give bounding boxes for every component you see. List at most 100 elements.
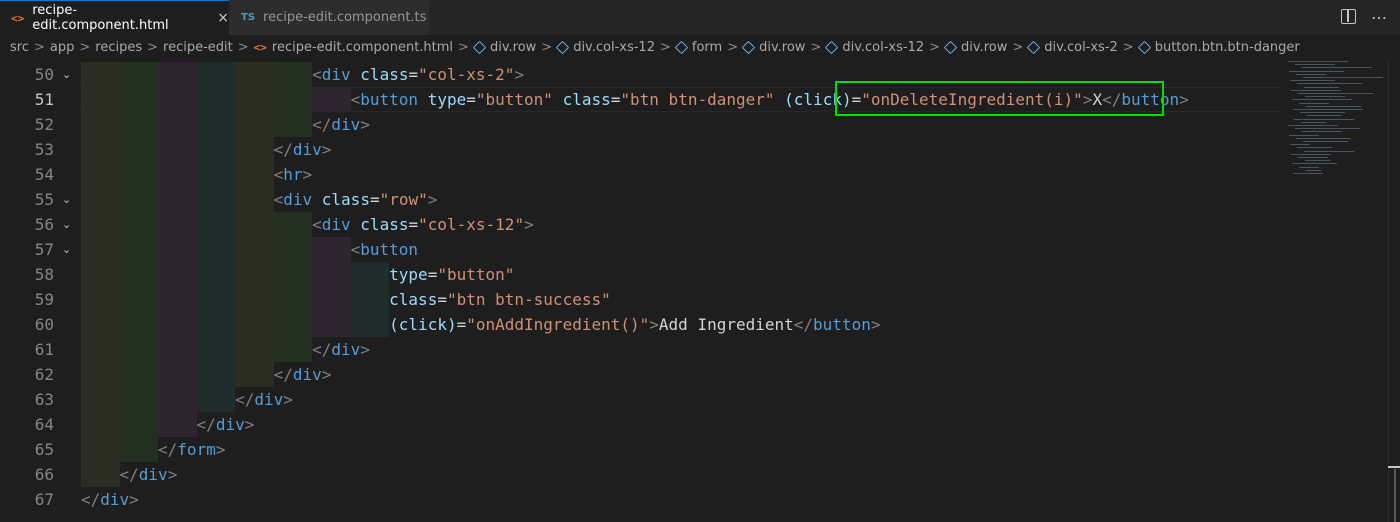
breadcrumb-item[interactable]: <> recipe-edit.component.html (254, 40, 453, 55)
code-line[interactable]: </div> (235, 387, 293, 412)
breadcrumb-label: button.btn.btn-danger (1154, 39, 1300, 55)
code-area[interactable]: <div class="col-xs-2"> <button type="butt… (80, 62, 1280, 522)
close-icon[interactable]: × (217, 10, 229, 26)
code-line[interactable]: <div class="col-xs-12"> (312, 212, 534, 237)
chevron-down-icon[interactable]: ⌄ (62, 187, 71, 212)
code-token: < (312, 215, 322, 234)
indent-guide (196, 112, 236, 137)
code-line[interactable]: <div class="col-xs-2"> (312, 62, 524, 87)
scroll-thumb[interactable] (1394, 469, 1396, 522)
code-token: = (427, 265, 438, 284)
line-number: 55 (34, 190, 54, 209)
minimap-line (1306, 169, 1321, 171)
code-line[interactable]: </div> (312, 112, 370, 137)
code-line[interactable]: </div> (81, 487, 139, 512)
minimap-line (1296, 137, 1351, 139)
breadcrumb-label: recipe-edit.component.html (271, 39, 454, 55)
code-line[interactable]: </div> (274, 362, 332, 387)
indent-guide (196, 287, 236, 312)
breadcrumb-item[interactable]: div.row (472, 40, 536, 55)
minimap-line (1289, 134, 1319, 136)
breadcrumb-item[interactable]: div.row (741, 40, 805, 55)
breadcrumb-item[interactable]: div.col-xs-2 (1027, 40, 1118, 55)
indent-guide (119, 87, 159, 112)
breadcrumb-label: src (10, 39, 29, 55)
indent-guide (158, 187, 197, 212)
code-editor[interactable]: 50 ⌄ 51 52 53 54 55 ⌄ 56 ⌄ 57 ⌄ 58 59 60 61 62 63 64 65 66 67… (0, 62, 1400, 522)
split-editor-icon[interactable] (1341, 9, 1356, 24)
indent-guide (119, 137, 159, 162)
indent-guide (196, 62, 236, 87)
code-line[interactable]: </div> (120, 462, 178, 487)
tab-recipe-edit-ts[interactable]: TS recipe-edit.component.ts (229, 0, 430, 35)
code-token: </ (793, 315, 814, 334)
breadcrumb-label: recipe-edit (163, 39, 233, 55)
tab-bar: <> recipe-edit.component.html × TS recip… (0, 0, 1400, 35)
indent-guide (235, 337, 274, 362)
breadcrumb-item[interactable]: button.btn.btn-danger (1137, 39, 1300, 55)
minimap-line (1294, 118, 1354, 120)
code-token: > (321, 140, 332, 159)
code-token: div (292, 365, 322, 384)
code-line[interactable]: <div class="row"> (274, 187, 438, 212)
code-line[interactable]: </div> (197, 412, 255, 437)
code-token: div (138, 465, 168, 484)
chevron-down-icon[interactable]: ⌄ (62, 212, 71, 237)
code-token: </ (312, 115, 332, 134)
code-token: </ (312, 340, 332, 359)
indent-guide (273, 337, 313, 362)
vertical-scrollbar[interactable] (1388, 59, 1400, 522)
code-token: = (408, 65, 419, 84)
code-token: = (408, 215, 419, 234)
minimap[interactable] (1288, 59, 1388, 179)
code-token: "col-xs-12" (418, 215, 525, 234)
code-token: class (562, 90, 611, 109)
code-line[interactable]: </div> (274, 137, 332, 162)
indent-guide (235, 187, 274, 212)
more-actions-icon[interactable]: … (1371, 4, 1387, 23)
code-line[interactable]: <hr> (274, 162, 313, 187)
breadcrumb-item[interactable]: recipes (95, 40, 142, 55)
indent-guide (158, 162, 197, 187)
code-token: button (360, 90, 419, 109)
code-token: > (360, 115, 370, 134)
indent-guide (81, 287, 120, 312)
chevron-down-icon[interactable]: ⌄ (62, 62, 71, 87)
indent-guide (158, 212, 197, 237)
minimap-line (1300, 112, 1345, 114)
code-token: > (129, 490, 139, 509)
indent-guide (158, 387, 197, 412)
breadcrumb-item[interactable]: div.row (943, 40, 1007, 55)
breadcrumb-separator: > (33, 39, 45, 55)
code-token: (click) (389, 315, 457, 334)
code-line[interactable]: </form> (158, 437, 225, 462)
line-number: 50 (34, 65, 54, 84)
breadcrumb-item[interactable]: div.col-xs-12 (556, 40, 655, 55)
code-token: div (321, 65, 351, 84)
code-token: div (254, 390, 284, 409)
breadcrumb-item[interactable]: src (10, 40, 29, 55)
code-line[interactable]: </div> (312, 337, 370, 362)
indent-guide (158, 62, 197, 87)
breadcrumb-item[interactable]: form (674, 40, 722, 55)
line-number: 61 (34, 340, 54, 359)
breadcrumb-item[interactable]: app (50, 40, 74, 55)
breadcrumb-item[interactable]: recipe-edit (163, 40, 233, 55)
line-number: 63 (34, 390, 54, 409)
breadcrumb-item[interactable]: div.col-xs-12 (825, 40, 924, 55)
code-line[interactable]: <button (351, 237, 418, 262)
code-token: "row" (379, 190, 428, 209)
cube-icon (674, 40, 689, 54)
code-token: </ (273, 365, 293, 384)
code-token: button (360, 240, 419, 259)
indent-guide (196, 362, 236, 387)
code-line[interactable]: type="button" (389, 262, 514, 287)
indent-guide (81, 112, 120, 137)
minimap-line (1291, 89, 1341, 91)
chevron-down-icon[interactable]: ⌄ (62, 237, 71, 262)
code-line[interactable]: (click)="onAddIngredient()">Add Ingredie… (389, 312, 880, 337)
tab-recipe-edit-html[interactable]: <> recipe-edit.component.html × (0, 0, 229, 35)
code-line[interactable]: class="btn btn-success" (389, 287, 611, 312)
breadcrumb-separator: > (1012, 39, 1024, 55)
